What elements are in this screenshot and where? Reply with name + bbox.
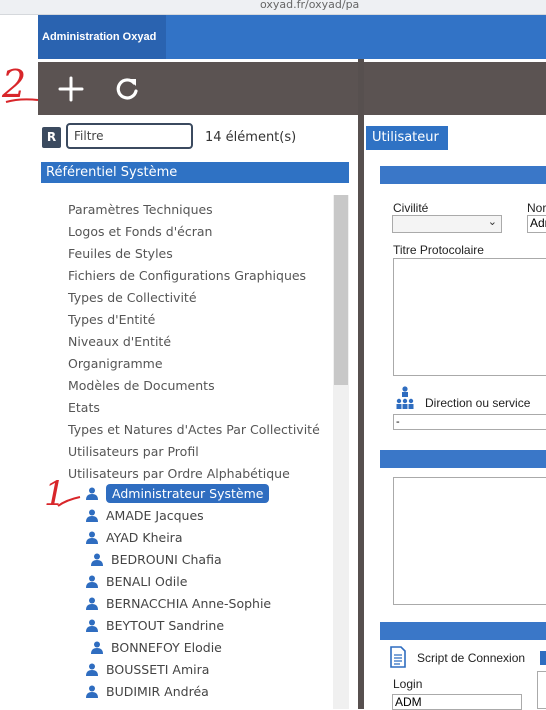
- user-icon: [86, 685, 98, 698]
- login-label: Login: [393, 677, 423, 691]
- user-name: BUDIMIR Andréa: [106, 684, 209, 699]
- script-document-icon: [390, 646, 406, 668]
- browser-url[interactable]: oxyad.fr/oxyad/pa: [260, 0, 359, 11]
- user-name: BERNACCHIA Anne-Sophie: [106, 596, 272, 611]
- tree-item-modeles[interactable]: Modèles de Documents: [68, 378, 215, 393]
- tree-item-niveaux-entite[interactable]: Niveaux d'Entité: [68, 334, 171, 349]
- script-connexion-label[interactable]: Script de Connexion: [417, 651, 525, 665]
- user-icon: [86, 663, 98, 676]
- user-item[interactable]: BEYTOUT Sandrine: [86, 617, 224, 637]
- civilite-label: Civilité: [393, 201, 429, 215]
- tree-item-users-profil[interactable]: Utilisateurs par Profil: [68, 444, 199, 459]
- scrollbar-thumb[interactable]: [334, 195, 348, 385]
- user-name: BONNEFOY Elodie: [111, 640, 222, 655]
- tree-scrollbar[interactable]: [333, 195, 349, 709]
- referentiel-header[interactable]: Référentiel Système: [41, 162, 349, 183]
- tree-item-etats[interactable]: Etats: [68, 400, 100, 415]
- partial-field[interactable]: [537, 671, 546, 709]
- tree-item-styles[interactable]: Feuiles de Styles: [68, 246, 173, 261]
- nom-label: Nor: [527, 201, 546, 215]
- user-name: AMADE Jacques: [106, 508, 204, 523]
- partial-icon: [540, 651, 546, 665]
- user-name: AYAD Kheira: [106, 530, 183, 545]
- login-field[interactable]: ADM: [392, 694, 522, 710]
- tree-item-actes[interactable]: Types et Natures d'Actes Par Collectivit…: [68, 422, 320, 437]
- user-item[interactable]: BENALI Odile: [86, 573, 187, 593]
- user-item[interactable]: BOUSSETI Amira: [86, 661, 209, 681]
- user-name: BEDROUNI Chafia: [111, 552, 222, 567]
- tree-item-types-collectivite[interactable]: Types de Collectivité: [68, 290, 197, 305]
- user-name: BEYTOUT Sandrine: [106, 618, 225, 633]
- user-name: BENALI Odile: [106, 574, 188, 589]
- secondary-textarea[interactable]: [393, 477, 546, 605]
- user-item[interactable]: AYAD Kheira: [86, 529, 182, 549]
- nom-field[interactable]: Adr: [527, 215, 546, 233]
- user-icon: [86, 619, 98, 632]
- section-header-bar: [380, 166, 546, 184]
- user-icon: [86, 509, 98, 522]
- user-item[interactable]: BEDROUNI Chafia: [91, 551, 222, 571]
- filter-input[interactable]: [66, 123, 193, 149]
- user-icon: [86, 575, 98, 588]
- org-icon: [396, 386, 414, 409]
- tree-item-logos[interactable]: Logos et Fonds d'écran: [68, 224, 212, 239]
- user-name: BOUSSETI Amira: [106, 662, 210, 677]
- user-name: Administrateur Système: [106, 484, 270, 503]
- tab-utilisateur[interactable]: Utilisateur: [366, 126, 448, 150]
- titre-label: Titre Protocolaire: [393, 243, 484, 257]
- user-icon: [91, 641, 103, 654]
- direction-field[interactable]: -: [393, 414, 546, 430]
- add-button[interactable]: [56, 74, 86, 104]
- panel-splitter[interactable]: [358, 59, 364, 709]
- chevron-down-icon: ⌄: [487, 215, 497, 228]
- civilite-select[interactable]: ⌄: [392, 215, 502, 233]
- browser-chrome: oxyad.fr/oxyad/pa: [0, 0, 546, 15]
- refresh-button[interactable]: [112, 74, 142, 104]
- annotation-stroke: [5, 98, 39, 103]
- titre-textarea[interactable]: [393, 258, 546, 376]
- refresh-icon: [116, 78, 138, 100]
- tree-list: Paramètres Techniques Logos et Fonds d'é…: [41, 195, 333, 709]
- direction-label: Direction ou service: [425, 396, 531, 410]
- user-icon: [86, 531, 98, 544]
- user-item[interactable]: AMADE Jacques: [86, 507, 204, 527]
- section-header-bar: [380, 450, 546, 468]
- item-count: 14 élément(s): [205, 130, 297, 145]
- user-item[interactable]: BERNACCHIA Anne-Sophie: [86, 595, 271, 615]
- toolbar: [38, 62, 546, 115]
- section-header-bar: [380, 622, 546, 640]
- app-bar: Administration Oxyad: [38, 15, 546, 59]
- tree-item-parametres[interactable]: Paramètres Techniques: [68, 202, 213, 217]
- user-item[interactable]: BONNEFOY Elodie: [91, 639, 222, 659]
- app-title[interactable]: Administration Oxyad: [38, 15, 166, 59]
- tree-item-configs[interactable]: Fichiers de Configurations Graphiques: [68, 268, 306, 283]
- user-icon: [86, 487, 98, 500]
- user-icon: [86, 597, 98, 610]
- user-icon: [91, 553, 103, 566]
- tree-item-organigramme[interactable]: Organigramme: [68, 356, 163, 371]
- r-badge[interactable]: R: [42, 127, 61, 148]
- plus-icon: [58, 76, 84, 102]
- user-item[interactable]: BUDIMIR Andréa: [86, 683, 209, 703]
- tree-item-users-alpha[interactable]: Utilisateurs par Ordre Alphabétique: [68, 466, 290, 481]
- user-item-selected[interactable]: Administrateur Système: [86, 484, 270, 505]
- tree-item-types-entite[interactable]: Types d'Entité: [68, 312, 155, 327]
